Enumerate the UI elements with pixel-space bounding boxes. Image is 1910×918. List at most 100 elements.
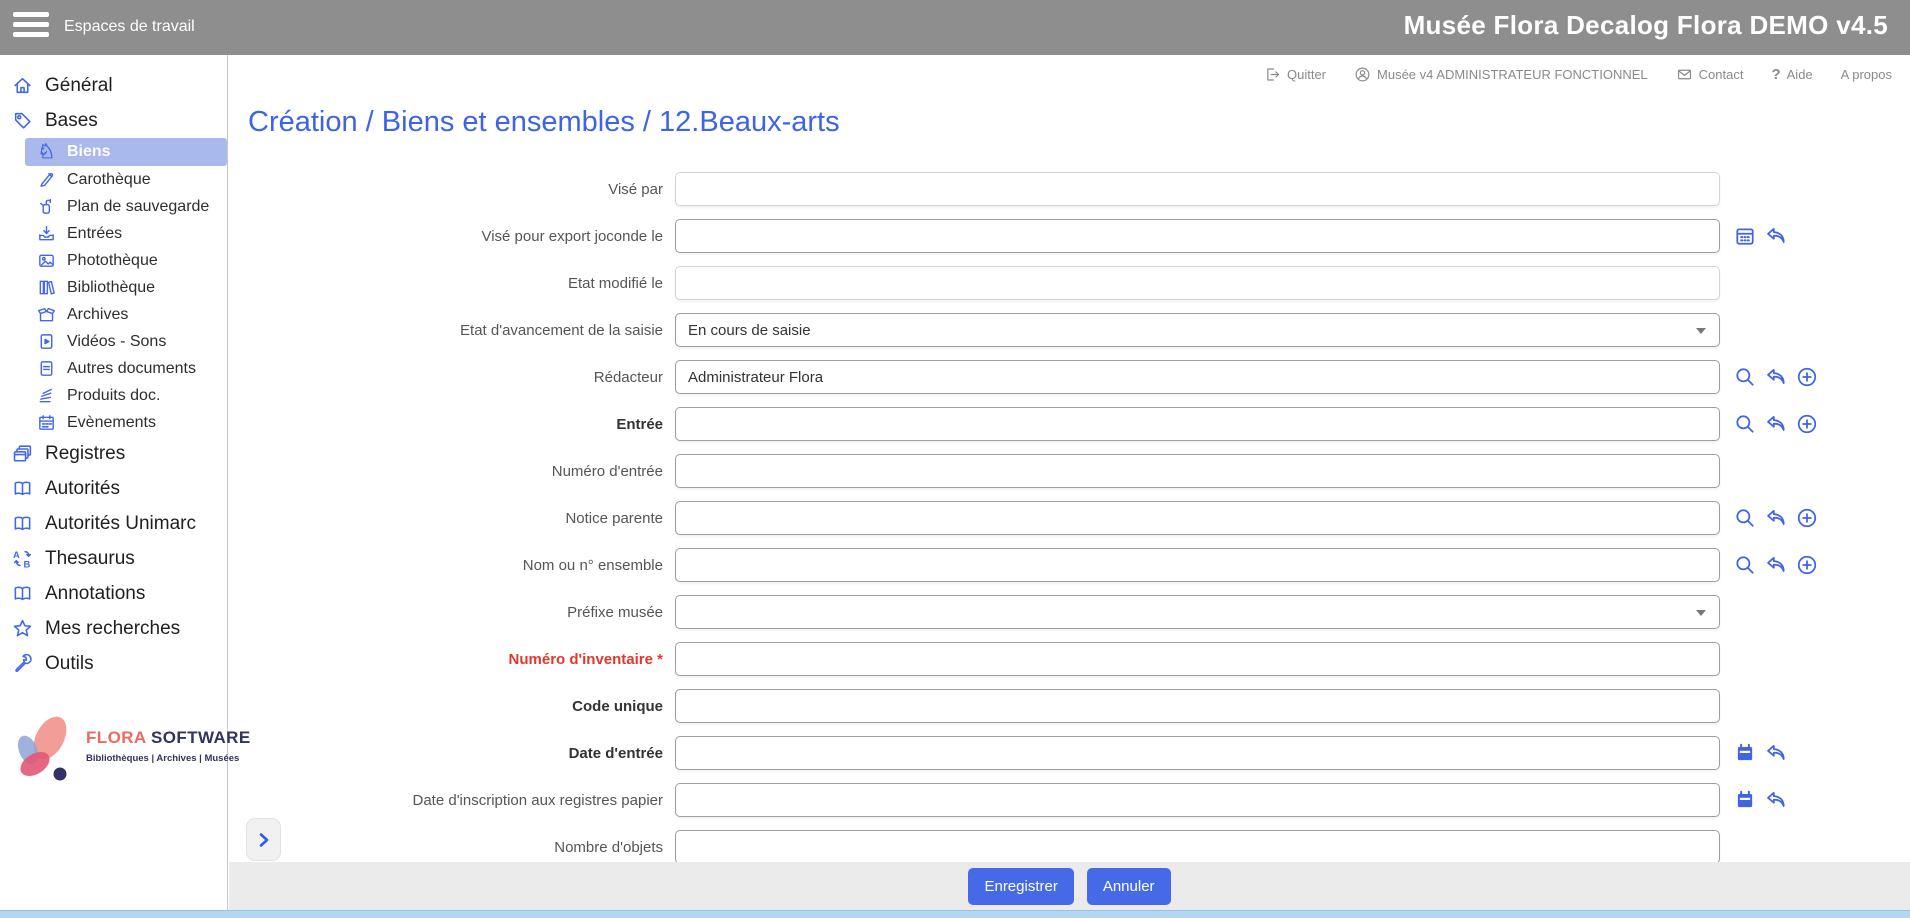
undo-icon[interactable] xyxy=(1765,225,1787,247)
notice-parente-input[interactable] xyxy=(675,501,1720,535)
form-row: Nombre d'objets xyxy=(229,830,1910,864)
form-row: Numéro d'inventaire * xyxy=(229,642,1910,676)
form-row: Etat modifié le xyxy=(229,266,1910,300)
save-button[interactable]: Enregistrer xyxy=(968,868,1073,905)
add-circle-icon[interactable] xyxy=(1796,413,1818,435)
tag-icon xyxy=(10,109,34,133)
undo-icon[interactable] xyxy=(1765,366,1787,388)
sidebar-item-phototheque[interactable]: Photothèque xyxy=(0,247,227,274)
calendar-icon xyxy=(36,412,57,433)
video-file-icon xyxy=(36,331,57,352)
sidebar-item-label: Autres documents xyxy=(67,360,196,378)
quit-link[interactable]: Quitter xyxy=(1264,66,1326,83)
numero-inventaire-input[interactable] xyxy=(675,642,1720,676)
app-title: Musée Flora Decalog Flora DEMO v4.5 xyxy=(1404,10,1888,41)
open-book-icon xyxy=(10,582,34,606)
sidebar-item-label: Archives xyxy=(67,306,128,324)
field-label: Etat modifié le xyxy=(229,275,675,292)
home-icon xyxy=(10,74,34,98)
chess-knight-icon: ♘ xyxy=(36,142,57,163)
add-circle-icon[interactable] xyxy=(1796,554,1818,576)
search-icon[interactable] xyxy=(1734,413,1756,435)
sidebar-item-label: Annotations xyxy=(45,583,145,605)
sidebar-item-label: Thesaurus xyxy=(45,548,135,570)
sidebar-item-carotheque[interactable]: Carothèque xyxy=(0,166,227,193)
sidebar: Général Bases ♘ Biens Carothèque Plan de… xyxy=(0,55,228,918)
user-account-link[interactable]: Musée v4 ADMINISTRATEUR FONCTIONNEL xyxy=(1354,66,1648,83)
sidebar-item-thesaurus[interactable]: AB Thesaurus xyxy=(0,541,227,576)
undo-icon[interactable] xyxy=(1765,554,1787,576)
sidebar-item-bases[interactable]: Bases xyxy=(0,103,227,138)
form-row: Entrée xyxy=(229,407,1910,441)
form-row: Visé pour export joconde le xyxy=(229,219,1910,253)
vise-export-joconde-input[interactable] xyxy=(675,219,1720,253)
sidebar-item-registres[interactable]: Registres xyxy=(0,436,227,471)
svg-text:B: B xyxy=(23,559,30,569)
field-label: Date d'inscription aux registres papier xyxy=(229,792,675,809)
nom-ensemble-input[interactable] xyxy=(675,548,1720,582)
add-circle-icon[interactable] xyxy=(1796,366,1818,388)
sidebar-item-produits-doc[interactable]: Produits doc. xyxy=(0,382,227,409)
undo-icon[interactable] xyxy=(1765,507,1787,529)
help-link[interactable]: ? Aide xyxy=(1771,66,1812,83)
numero-entree-input[interactable] xyxy=(675,454,1720,488)
search-icon[interactable] xyxy=(1734,366,1756,388)
sidebar-item-entrees[interactable]: Entrées xyxy=(0,220,227,247)
prefixe-musee-select[interactable] xyxy=(675,595,1720,629)
open-book-icon xyxy=(10,512,34,536)
datepicker-calendar-icon[interactable] xyxy=(1734,789,1756,811)
sidebar-item-outils[interactable]: Outils xyxy=(0,646,227,681)
sidebar-item-annotations[interactable]: Annotations xyxy=(0,576,227,611)
form-row: Numéro d'entrée xyxy=(229,454,1910,488)
search-icon[interactable] xyxy=(1734,507,1756,529)
question-mark-icon: ? xyxy=(1771,66,1780,83)
undo-icon[interactable] xyxy=(1765,789,1787,811)
form-row: Date d'entrée xyxy=(229,736,1910,770)
sidebar-item-bibliotheque[interactable]: Bibliothèque xyxy=(0,274,227,301)
collapse-panel-button[interactable] xyxy=(246,818,281,861)
sidebar-item-videos-sons[interactable]: Vidéos - Sons xyxy=(0,328,227,355)
grid-calendar-icon[interactable] xyxy=(1734,225,1756,247)
creation-form: Visé par Visé pour export joconde le Eta… xyxy=(229,172,1910,877)
etat-avancement-select[interactable]: En cours de saisie xyxy=(675,313,1720,347)
nombre-objets-input[interactable] xyxy=(675,830,1720,864)
page-title: Création / Biens et ensembles / 12.Beaux… xyxy=(248,106,840,139)
code-unique-input[interactable] xyxy=(675,689,1720,723)
photo-icon xyxy=(36,250,57,271)
add-circle-icon[interactable] xyxy=(1796,507,1818,529)
hamburger-menu-icon[interactable] xyxy=(13,12,49,40)
sidebar-item-autorites[interactable]: Autorités xyxy=(0,471,227,506)
etat-modifie-input[interactable] xyxy=(675,266,1720,300)
sidebar-item-general[interactable]: Général xyxy=(0,68,227,103)
star-icon xyxy=(10,617,34,641)
flora-petals-logo-icon xyxy=(8,708,88,793)
contact-link[interactable]: Contact xyxy=(1676,66,1744,83)
redacteur-input[interactable] xyxy=(675,360,1720,394)
about-link[interactable]: A propos xyxy=(1841,67,1892,82)
sidebar-item-mes-recherches[interactable]: Mes recherches xyxy=(0,611,227,646)
sidebar-item-autres-documents[interactable]: Autres documents xyxy=(0,355,227,382)
sidebar-item-plan-sauvegarde[interactable]: Plan de sauvegarde xyxy=(0,193,227,220)
brand-tagline: Bibliothèques | Archives | Musées xyxy=(86,753,251,764)
date-inscription-registres-input[interactable] xyxy=(675,783,1720,817)
datepicker-calendar-icon[interactable] xyxy=(1734,742,1756,764)
vise-par-input[interactable] xyxy=(675,172,1720,206)
undo-icon[interactable] xyxy=(1765,413,1787,435)
entree-input[interactable] xyxy=(675,407,1720,441)
sidebar-item-label: Registres xyxy=(45,443,125,465)
search-icon[interactable] xyxy=(1734,554,1756,576)
sidebar-item-archives[interactable]: Archives xyxy=(0,301,227,328)
sidebar-item-autorites-unimarc[interactable]: Autorités Unimarc xyxy=(0,506,227,541)
cancel-button[interactable]: Annuler xyxy=(1087,868,1171,905)
form-row: Préfixe musée xyxy=(229,595,1910,629)
sidebar-item-biens[interactable]: ♘ Biens xyxy=(25,138,227,166)
sidebar-item-evenements[interactable]: Evènements xyxy=(0,409,227,436)
date-entree-input[interactable] xyxy=(675,736,1720,770)
app-window: Espaces de travail Musée Flora Decalog F… xyxy=(0,0,1910,918)
open-book-icon xyxy=(10,477,34,501)
undo-icon[interactable] xyxy=(1765,742,1787,764)
logout-icon xyxy=(1264,66,1281,83)
document-icon xyxy=(36,358,57,379)
user-circle-icon xyxy=(1354,66,1371,83)
registers-icon xyxy=(10,442,34,466)
